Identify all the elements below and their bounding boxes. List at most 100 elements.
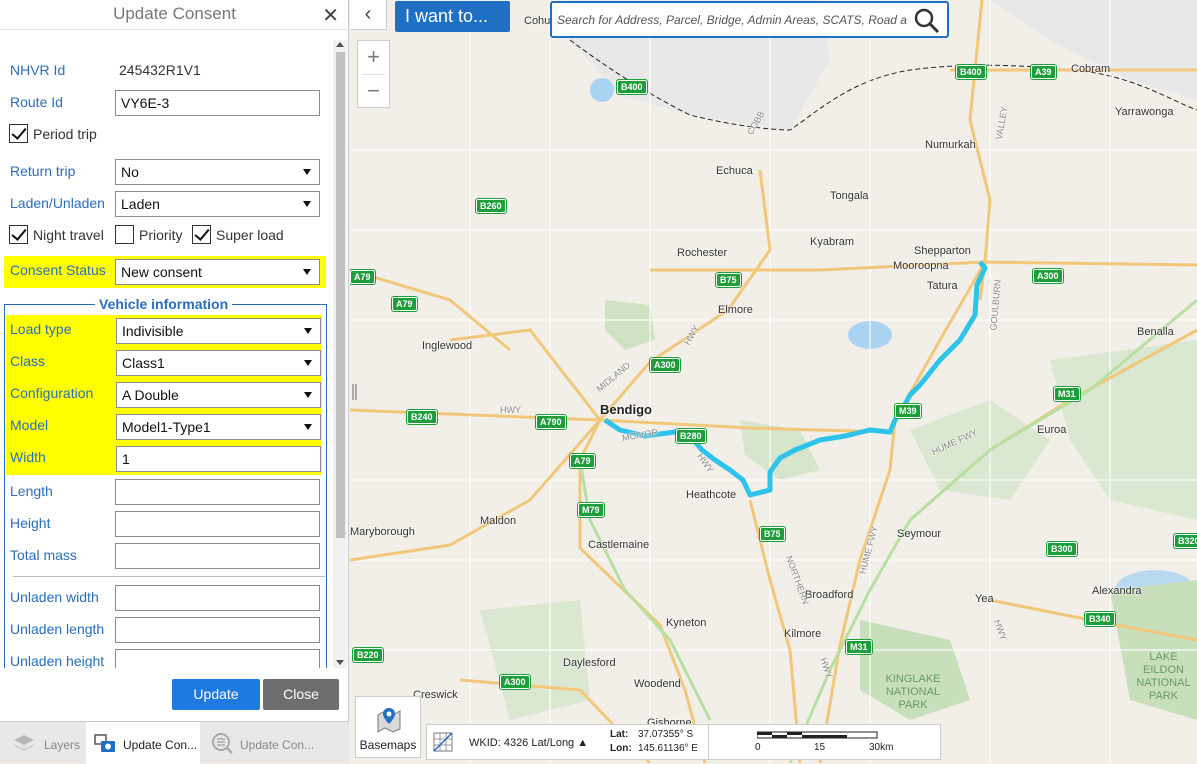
- lon-value: 145.61136° E: [638, 743, 698, 754]
- map-view[interactable]: Cohuna Cobram Yarrawonga Numurkah Echuca…: [350, 0, 1197, 763]
- nhvr-id-row: NHVR Id 245432R1V1: [0, 56, 330, 86]
- zoom-in-button[interactable]: +: [358, 41, 389, 74]
- unladen-width-input[interactable]: [115, 585, 320, 611]
- resize-handle-icon[interactable]: [351, 382, 359, 402]
- close-button[interactable]: Close: [263, 679, 339, 710]
- basemaps-label: Basemaps: [359, 738, 417, 752]
- panel-tab-bar: Layers Update Con... Update Con...: [0, 721, 349, 764]
- unladen-length-input[interactable]: [115, 617, 320, 643]
- model-select[interactable]: Model1-Type1: [116, 414, 321, 440]
- scale-label: 15: [814, 742, 826, 753]
- model-row: Model Model1-Type1: [6, 411, 322, 443]
- dropdown-arrow-icon: [303, 169, 311, 175]
- scroll-up-icon[interactable]: [336, 42, 344, 47]
- map-canvas[interactable]: [350, 0, 1197, 763]
- town-label: Daylesford: [563, 657, 616, 669]
- lat-value: 37.07355° S: [638, 729, 694, 740]
- super-load-checkbox[interactable]: [192, 225, 211, 244]
- laden-select[interactable]: Laden: [115, 191, 320, 217]
- tab-update-consent-2[interactable]: Update Con...: [200, 722, 349, 764]
- town-label: Heathcote: [686, 489, 737, 501]
- route-shield: A300: [499, 674, 531, 690]
- town-label: Bendigo: [600, 402, 652, 417]
- consent-status-select[interactable]: New consent: [115, 259, 320, 285]
- route-shield: A39: [1030, 64, 1057, 80]
- town-label: Numurkah: [925, 139, 976, 151]
- search-icon[interactable]: [913, 7, 941, 35]
- search-list-icon: [212, 733, 233, 754]
- priority-label: Priority: [139, 227, 183, 243]
- close-icon[interactable]: ✕: [322, 3, 339, 28]
- panel-header: Update Consent ✕: [0, 0, 349, 30]
- town-label: Castlemaine: [588, 539, 650, 551]
- load-type-row: Load type Indivisible: [6, 315, 322, 347]
- total-mass-input[interactable]: [115, 543, 320, 569]
- scrollbar-thumb[interactable]: [336, 52, 345, 538]
- unladen-height-input[interactable]: [115, 649, 320, 668]
- park-label: KINGLAKE NATIONAL PARK: [885, 673, 941, 711]
- zoom-control: + −: [357, 40, 390, 108]
- length-input[interactable]: [115, 479, 320, 505]
- dropdown-arrow-icon: [303, 201, 311, 207]
- route-shield: B240: [406, 409, 438, 425]
- layers-icon: [14, 735, 34, 751]
- town-label: Rochester: [677, 247, 728, 259]
- unladen-width-label: Unladen width: [10, 589, 99, 605]
- search-input[interactable]: Search for Address, Parcel, Bridge, Admi…: [557, 13, 907, 27]
- route-shield: B280: [675, 428, 707, 444]
- route-shield: A79: [569, 453, 596, 469]
- route-shield: M31: [845, 639, 873, 655]
- configuration-row: Configuration A Double: [6, 379, 322, 411]
- tab-update-consent-active[interactable]: Update Con...: [86, 722, 200, 764]
- laden-value: Laden: [121, 196, 160, 212]
- priority-checkbox[interactable]: [115, 225, 134, 244]
- wkid-selector[interactable]: WKID: 4326 Lat/Long ▲: [469, 737, 588, 749]
- grid-icon[interactable]: [431, 730, 455, 754]
- night-travel-checkbox[interactable]: [9, 225, 28, 244]
- class-select[interactable]: Class1: [116, 350, 321, 376]
- unladen-height-row: Unladen height: [5, 647, 335, 668]
- load-type-select[interactable]: Indivisible: [116, 318, 321, 344]
- town-label: Tongala: [830, 190, 869, 202]
- night-travel-label: Night travel: [33, 227, 104, 243]
- height-input[interactable]: [115, 511, 320, 537]
- zoom-out-button[interactable]: −: [358, 75, 389, 108]
- form-scroll-area[interactable]: NHVR Id 245432R1V1 Route Id VY6E-3 Perio…: [0, 40, 349, 668]
- town-label: Tatura: [927, 280, 958, 292]
- update-button[interactable]: Update: [172, 679, 260, 710]
- i-want-to-button[interactable]: I want to...: [395, 1, 510, 32]
- laden-label: Laden/Unladen: [10, 195, 105, 211]
- town-label: Yea: [975, 593, 994, 605]
- basemaps-button[interactable]: Basemaps: [355, 696, 421, 758]
- panel-scrollbar[interactable]: [333, 40, 347, 668]
- scroll-down-icon[interactable]: [336, 660, 344, 665]
- period-trip-checkbox[interactable]: [9, 124, 28, 143]
- town-label: Euroa: [1037, 424, 1067, 436]
- town-label: Elmore: [718, 304, 753, 316]
- vehicle-information-group: Vehicle information Load type Indivisibl…: [4, 296, 327, 668]
- town-label: Alexandra: [1092, 585, 1142, 597]
- town-label: Shepparton: [914, 245, 971, 257]
- width-input[interactable]: 1: [116, 446, 321, 472]
- options-row: Night travel Priority Super load: [0, 221, 330, 251]
- collapse-panel-button[interactable]: ‹: [350, 0, 387, 30]
- configuration-select[interactable]: A Double: [116, 382, 321, 408]
- route-id-input[interactable]: VY6E-3: [115, 90, 320, 116]
- search-box[interactable]: Search for Address, Parcel, Bridge, Admi…: [550, 1, 949, 38]
- route-shield: A79: [350, 269, 376, 285]
- dropdown-arrow-icon: [303, 269, 311, 275]
- return-trip-row: Return trip No: [0, 157, 330, 187]
- route-shield: B400: [955, 64, 987, 80]
- unladen-width-row: Unladen width: [5, 583, 335, 613]
- return-trip-select[interactable]: No: [115, 159, 320, 185]
- route-shield: B400: [616, 79, 648, 95]
- route-shield: A300: [649, 357, 681, 373]
- laden-row: Laden/Unladen Laden: [0, 189, 330, 219]
- class-row: Class Class1: [6, 347, 322, 379]
- period-trip-row: Period trip: [0, 120, 330, 150]
- vehicle-information-legend: Vehicle information: [95, 296, 233, 312]
- class-value: Class1: [122, 355, 165, 371]
- dropdown-arrow-icon: [304, 360, 312, 366]
- tab-layers[interactable]: Layers: [0, 722, 86, 764]
- dropdown-arrow-icon: [304, 392, 312, 398]
